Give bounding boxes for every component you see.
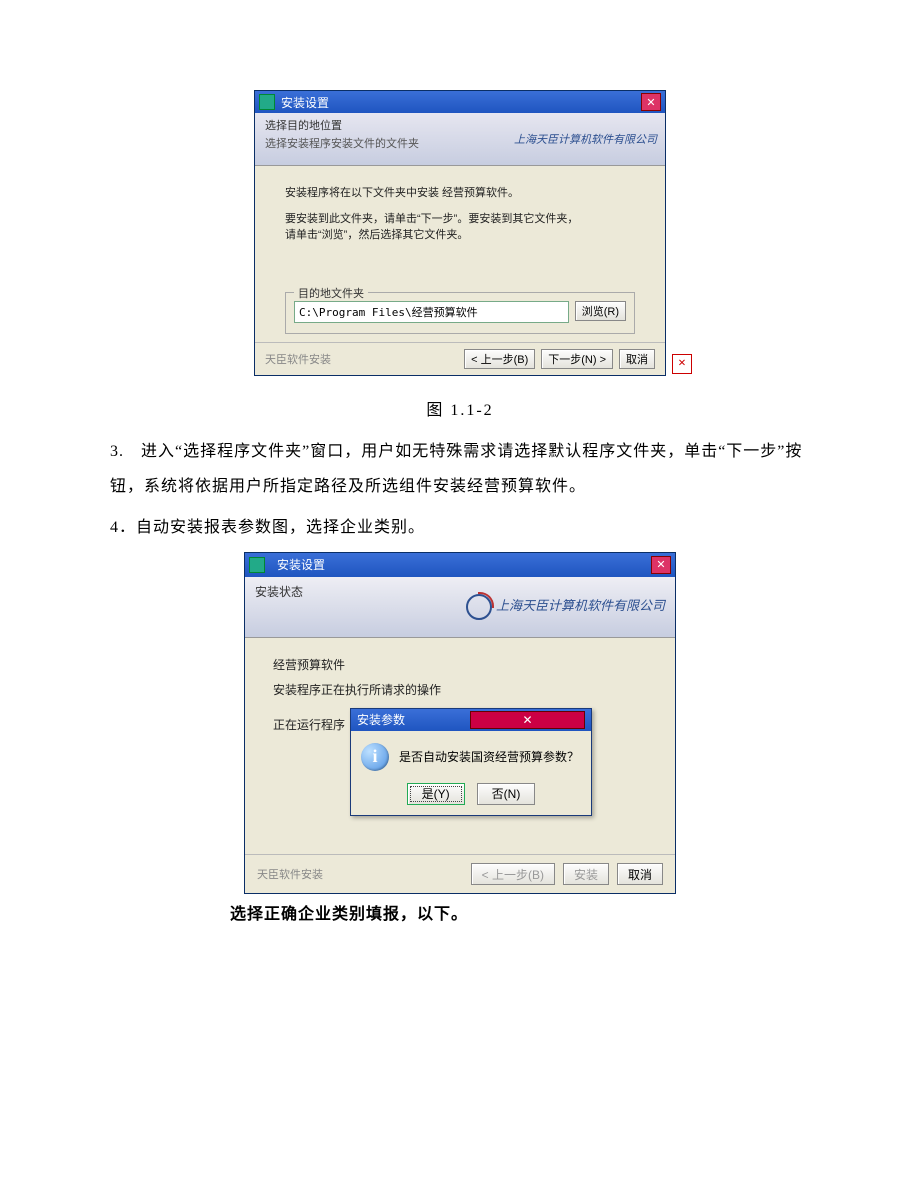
dlg1-msg2a: 要安装到此文件夹，请单击“下一步”。要安装到其它文件夹， xyxy=(285,210,635,226)
dlg1-msg1: 安装程序将在以下文件夹中安装 经营预算软件。 xyxy=(285,184,635,200)
bold-note: 选择正确企业类别填报，以下。 xyxy=(230,900,810,924)
paragraph-3: 3. 进入“选择程序文件夹”窗口，用户如无特殊需求请选择默认程序文件夹，单击“下… xyxy=(110,434,810,504)
destination-path-input[interactable] xyxy=(294,301,569,323)
back-button: < 上一步(B) xyxy=(471,863,555,885)
install-button: 安装 xyxy=(563,863,609,885)
dialog1-header: 选择目的地位置 选择安装程序安装文件的文件夹 上海天臣计算机软件有限公司 xyxy=(255,113,665,166)
brand-logo: 上海天臣计算机软件有限公司 xyxy=(466,594,665,620)
install-status-dialog: 安装设置 ✕ 安装状态 上海天臣计算机软件有限公司 经营预算软件 安装程序正在执… xyxy=(244,552,676,894)
popup-title-text: 安装参数 xyxy=(357,711,470,728)
broken-image-icon: × xyxy=(672,354,692,374)
cancel-button[interactable]: 取消 xyxy=(617,863,663,885)
info-icon: i xyxy=(361,743,389,771)
brand-text: 上海天臣计算机软件有限公司 xyxy=(514,131,657,147)
installer-name: 天臣软件安装 xyxy=(265,351,458,367)
installer-name: 天臣软件安装 xyxy=(257,866,463,882)
dialog1-title: 安装设置 xyxy=(281,94,641,111)
dialog2-footer: 天臣软件安装 < 上一步(B) 安装 取消 xyxy=(245,854,675,893)
tc-logo-icon xyxy=(466,594,492,620)
dlg1-msg2b: 请单击“浏览”，然后选择其它文件夹。 xyxy=(285,226,635,242)
install-destination-dialog: 安装设置 ✕ 选择目的地位置 选择安装程序安装文件的文件夹 上海天臣计算机软件有… xyxy=(254,90,666,376)
back-button[interactable]: < 上一步(B) xyxy=(464,349,535,369)
dialog1-footer: 天臣软件安装 < 上一步(B) 下一步(N) > 取消 xyxy=(255,342,665,375)
popup-titlebar: 安装参数 ✕ xyxy=(351,709,591,731)
figure-1: 安装设置 ✕ 选择目的地位置 选择安装程序安装文件的文件夹 上海天臣计算机软件有… xyxy=(110,90,810,376)
yes-button[interactable]: 是(Y) xyxy=(407,783,465,805)
dialog2-title: 安装设置 xyxy=(277,556,651,573)
brand-text: 上海天臣计算机软件有限公司 xyxy=(496,598,665,613)
dlg2-line1: 经营预算软件 xyxy=(273,656,647,673)
figure-2: 安装设置 ✕ 安装状态 上海天臣计算机软件有限公司 经营预算软件 安装程序正在执… xyxy=(110,552,810,894)
app-icon xyxy=(259,94,275,110)
destination-fieldset: 目的地文件夹 浏览(R) xyxy=(285,292,635,334)
cancel-button[interactable]: 取消 xyxy=(619,349,655,369)
figure1-caption: 图 1.1-2 xyxy=(110,396,810,420)
close-icon[interactable]: ✕ xyxy=(651,556,671,574)
fieldset-legend: 目的地文件夹 xyxy=(294,285,368,301)
next-button[interactable]: 下一步(N) > xyxy=(541,349,613,369)
dialog2-header: 安装状态 上海天臣计算机软件有限公司 xyxy=(245,577,675,638)
paragraph-4: 4．自动安装报表参数图，选择企业类别。 xyxy=(110,510,810,545)
browse-button[interactable]: 浏览(R) xyxy=(575,301,626,321)
popup-message: 是否自动安装国资经营预算参数？ xyxy=(399,748,579,765)
dialog1-titlebar: 安装设置 ✕ xyxy=(255,91,665,113)
dialog2-titlebar: 安装设置 ✕ xyxy=(245,553,675,577)
dlg2-line2: 安装程序正在执行所请求的操作 xyxy=(273,681,647,698)
no-button[interactable]: 否(N) xyxy=(477,783,536,805)
close-icon[interactable]: ✕ xyxy=(470,711,585,729)
close-icon[interactable]: ✕ xyxy=(641,93,661,111)
install-params-popup: 安装参数 ✕ i 是否自动安装国资经营预算参数？ 是(Y) 否(N) xyxy=(350,708,592,816)
app-icon xyxy=(249,557,265,573)
